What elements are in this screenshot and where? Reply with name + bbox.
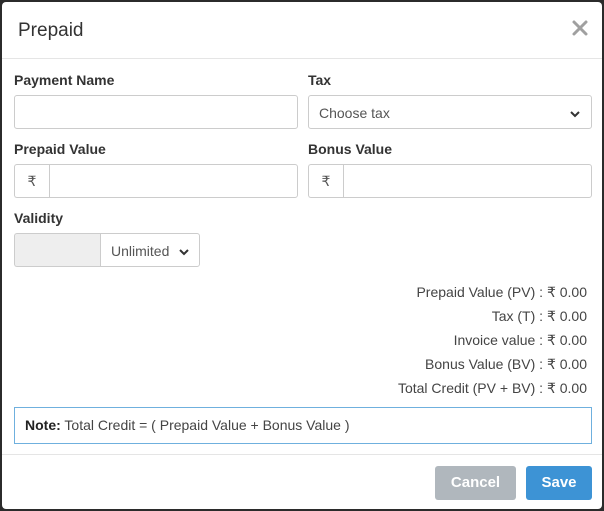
prepaid-value-input[interactable] [49, 164, 298, 198]
save-button[interactable]: Save [526, 466, 592, 500]
summary: Prepaid Value (PV) : ₹ 0.00 Tax (T) : ₹ … [287, 280, 587, 400]
summary-label: Bonus Value (BV) : [425, 356, 547, 372]
modal-footer: Cancel Save [2, 454, 602, 509]
validity-select[interactable]: Unlimited [100, 233, 200, 267]
prepaid-value-label: Prepaid Value [14, 141, 106, 157]
validity-label: Validity [14, 210, 64, 226]
validity-select-value: Unlimited [111, 243, 170, 259]
summary-label: Tax (T) : [491, 308, 547, 324]
summary-value: ₹ 0.00 [546, 284, 587, 300]
rupee-addon: ₹ [14, 164, 49, 198]
payment-name-label: Payment Name [14, 72, 115, 88]
prepaid-value-group: ₹ [14, 164, 298, 198]
summary-row-bonus: Bonus Value (BV) : ₹ 0.00 [287, 352, 587, 376]
bonus-value-group: ₹ [308, 164, 592, 198]
summary-value: ₹ 0.00 [546, 380, 587, 396]
summary-row-tax: Tax (T) : ₹ 0.00 [287, 304, 587, 328]
summary-label: Total Credit (PV + BV) : [397, 380, 547, 396]
tax-select[interactable]: Choose tax [308, 95, 592, 129]
note-text: Total Credit = ( Prepaid Value + Bonus V… [60, 417, 350, 433]
summary-row-total-credit: Total Credit (PV + BV) : ₹ 0.00 [287, 376, 587, 400]
prepaid-modal: Prepaid Payment Name Tax Choose tax Prep… [2, 2, 602, 509]
summary-label: Prepaid Value (PV) : [416, 284, 547, 300]
summary-value: ₹ 0.00 [546, 308, 587, 324]
close-icon[interactable] [570, 18, 590, 38]
validity-input[interactable] [14, 233, 101, 267]
bonus-value-input[interactable] [343, 164, 592, 198]
cancel-button[interactable]: Cancel [435, 466, 516, 500]
summary-value: ₹ 0.00 [546, 356, 587, 372]
bonus-value-label: Bonus Value [308, 141, 393, 157]
summary-value: ₹ 0.00 [546, 332, 587, 348]
note-prefix: Note: [25, 417, 61, 433]
tax-label: Tax [308, 72, 332, 88]
chevron-down-icon [178, 245, 190, 261]
chevron-down-icon [569, 107, 581, 123]
summary-row-invoice: Invoice value : ₹ 0.00 [287, 328, 587, 352]
payment-name-input[interactable] [14, 95, 298, 129]
modal-title: Prepaid [18, 20, 84, 41]
summary-row-prepaid: Prepaid Value (PV) : ₹ 0.00 [287, 280, 587, 304]
rupee-addon: ₹ [308, 164, 343, 198]
note-box: Note: Total Credit = ( Prepaid Value + B… [14, 407, 592, 444]
tax-select-value: Choose tax [319, 105, 390, 121]
modal-header: Prepaid [2, 2, 602, 59]
summary-label: Invoice value : [453, 332, 547, 348]
